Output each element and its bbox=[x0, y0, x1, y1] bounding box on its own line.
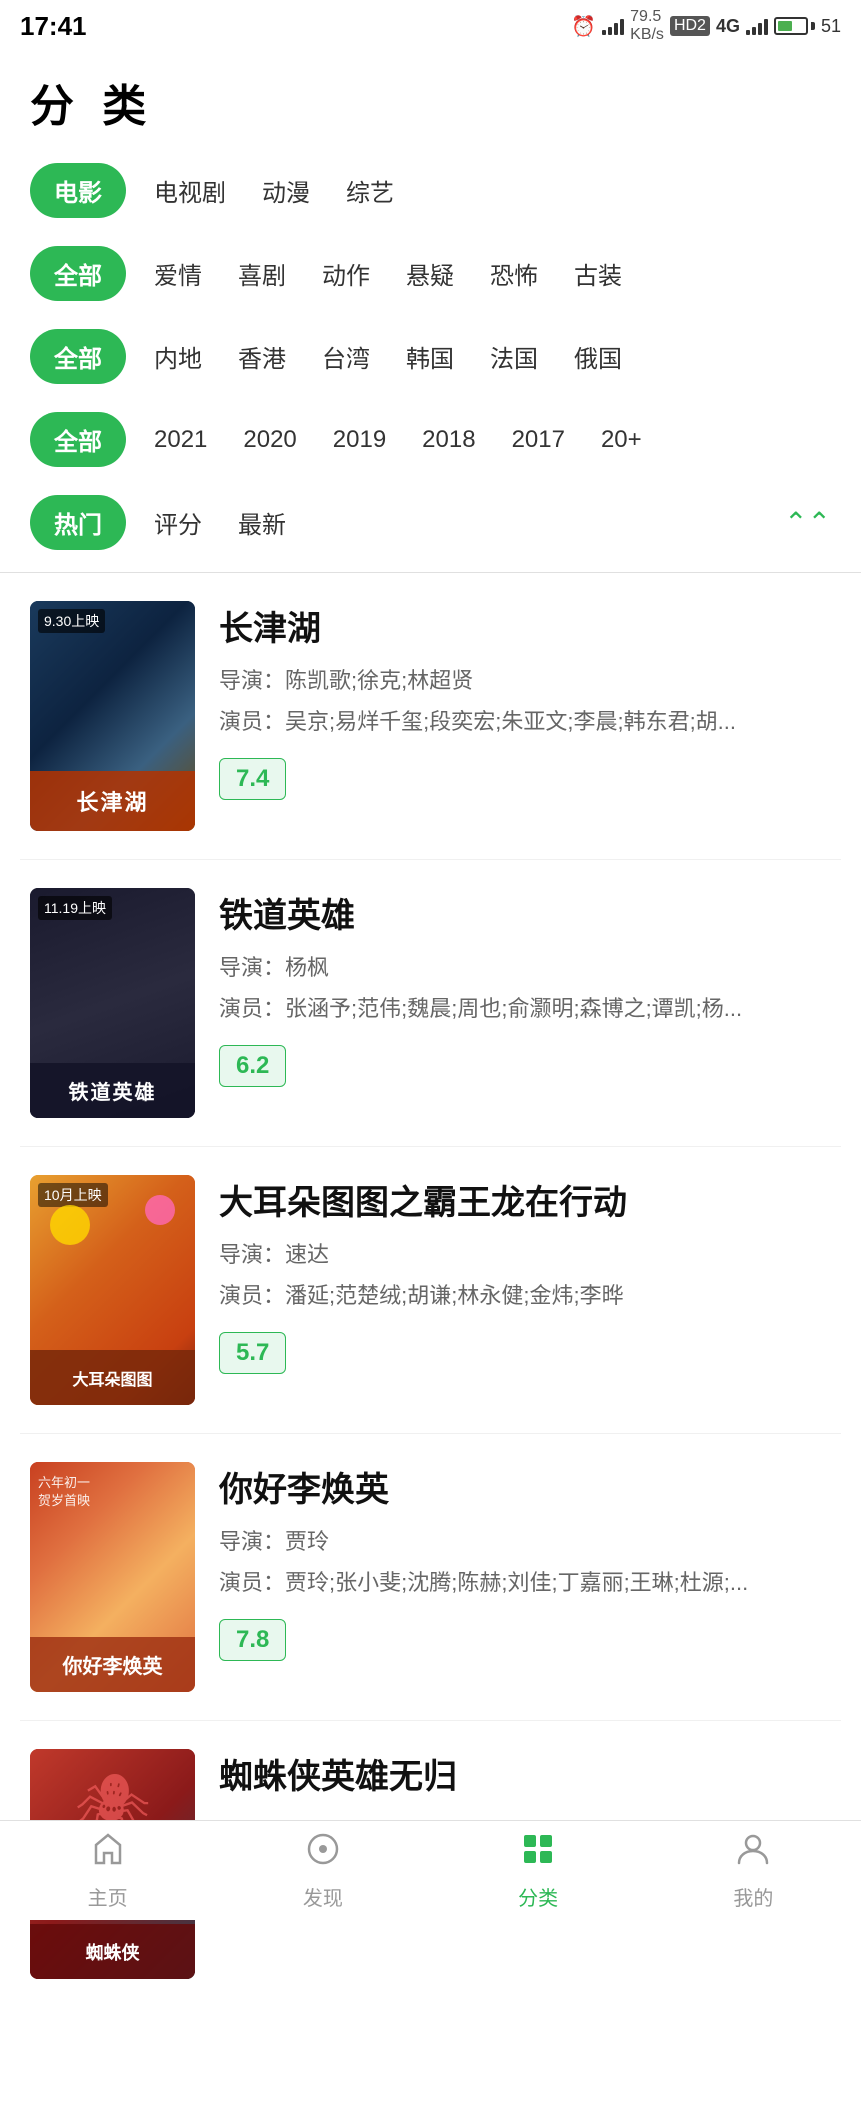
category-icon bbox=[520, 1831, 556, 1876]
movie-title: 蜘蛛侠英雄无归 bbox=[219, 1749, 831, 1798]
filter-row-year: 全部 2021 2020 2019 2018 2017 20+ bbox=[20, 398, 841, 481]
nav-label-category: 分类 bbox=[518, 1882, 558, 1911]
movie-info: 长津湖 导演：陈凯歌;徐克;林超贤 演员：吴京;易烊千玺;段奕宏;朱亚文;李晨;… bbox=[219, 601, 831, 800]
filter-item-newest[interactable]: 最新 bbox=[230, 499, 294, 546]
filter-item-mystery[interactable]: 悬疑 bbox=[398, 250, 462, 297]
movie-rating: 6.2 bbox=[219, 1045, 286, 1087]
nav-label-home: 主页 bbox=[88, 1882, 128, 1911]
discover-icon bbox=[305, 1831, 341, 1876]
home-icon bbox=[90, 1831, 126, 1876]
movie-actors: 演员：张涵予;范伟;魏晨;周也;俞灏明;森博之;谭凯;杨... bbox=[219, 992, 831, 1025]
network-type: 4G bbox=[716, 16, 740, 37]
filter-item-korea[interactable]: 韩国 bbox=[398, 333, 462, 380]
movie-actors: 演员：贾玲;张小斐;沈腾;陈赫;刘佳;丁嘉丽;王琳;杜源;... bbox=[219, 1566, 831, 1599]
movie-info: 蜘蛛侠英雄无归 bbox=[219, 1749, 831, 1812]
status-bar: 17:41 ⏰ 79.5KB/s HD2 4G 51 bbox=[0, 0, 861, 50]
movie-info: 你好李焕英 导演：贾玲 演员：贾玲;张小斐;沈腾;陈赫;刘佳;丁嘉丽;王琳;杜源… bbox=[219, 1462, 831, 1661]
movie-poster[interactable]: 你好李焕英 六年初一贺岁首映 bbox=[30, 1462, 195, 1692]
status-time: 17:41 bbox=[20, 11, 87, 42]
filter-row-sort: 热门 评分 最新 ⌃⌃ bbox=[20, 481, 841, 564]
movie-title: 你好李焕英 bbox=[219, 1462, 831, 1511]
movie-info: 大耳朵图图之霸王龙在行动 导演：速达 演员：潘延;范楚绒;胡谦;林永健;金炜;李… bbox=[219, 1175, 831, 1374]
filter-tag-region-all[interactable]: 全部 bbox=[30, 329, 126, 384]
movie-title: 大耳朵图图之霸王龙在行动 bbox=[219, 1175, 831, 1224]
filter-item-2017[interactable]: 2017 bbox=[504, 420, 573, 460]
filter-item-2016plus[interactable]: 20+ bbox=[593, 420, 650, 460]
filter-item-anime[interactable]: 动漫 bbox=[254, 167, 318, 214]
movie-actors: 演员：吴京;易烊千玺;段奕宏;朱亚文;李晨;韩东君;胡... bbox=[219, 705, 831, 738]
filter-item-action[interactable]: 动作 bbox=[314, 250, 378, 297]
movie-poster[interactable]: 大耳朵图图 10月上映 bbox=[30, 1175, 195, 1405]
filter-item-france[interactable]: 法国 bbox=[482, 333, 546, 380]
alarm-icon: ⏰ bbox=[571, 14, 596, 39]
movie-title: 长津湖 bbox=[219, 601, 831, 650]
filter-item-horror[interactable]: 恐怖 bbox=[482, 250, 546, 297]
nav-label-profile: 我的 bbox=[733, 1882, 773, 1911]
nav-item-discover[interactable]: 发现 bbox=[215, 1821, 430, 1921]
movie-item: 你好李焕英 六年初一贺岁首映 你好李焕英 导演：贾玲 演员：贾玲;张小斐;沈腾;… bbox=[20, 1434, 841, 1721]
network-speed: 79.5KB/s bbox=[630, 8, 664, 44]
movie-item: 长津湖 9.30上映 长津湖 导演：陈凯歌;徐克;林超贤 演员：吴京;易烊千玺;… bbox=[20, 573, 841, 860]
filter-section: 电影 电视剧 动漫 综艺 全部 爱情 喜剧 动作 悬疑 恐怖 古装 全部 内地 … bbox=[0, 149, 861, 564]
signal-icon bbox=[602, 17, 624, 35]
filter-row-region: 全部 内地 香港 台湾 韩国 法国 俄国 bbox=[20, 315, 841, 398]
movie-rating: 7.8 bbox=[219, 1619, 286, 1661]
movie-item: 大耳朵图图 10月上映 大耳朵图图之霸王龙在行动 导演：速达 演员：潘延;范楚绒… bbox=[20, 1147, 841, 1434]
battery-percent: 51 bbox=[821, 16, 841, 37]
filter-tag-hot[interactable]: 热门 bbox=[30, 495, 126, 550]
collapse-filter-icon[interactable]: ⌃⌃ bbox=[784, 506, 831, 539]
bottom-nav: 主页 发现 分类 我的 bbox=[0, 1820, 861, 1920]
filter-item-tv[interactable]: 电视剧 bbox=[146, 167, 234, 214]
filter-item-hongkong[interactable]: 香港 bbox=[230, 333, 294, 380]
nav-item-category[interactable]: 分类 bbox=[431, 1821, 646, 1921]
movie-item: 铁道英雄 11.19上映 铁道英雄 导演：杨枫 演员：张涵予;范伟;魏晨;周也;… bbox=[20, 860, 841, 1147]
filter-item-2018[interactable]: 2018 bbox=[414, 420, 483, 460]
filter-item-rating[interactable]: 评分 bbox=[146, 499, 210, 546]
profile-icon bbox=[735, 1831, 771, 1876]
status-icons: ⏰ 79.5KB/s HD2 4G 51 bbox=[571, 8, 841, 44]
filter-item-2019[interactable]: 2019 bbox=[325, 420, 394, 460]
movie-rating: 7.4 bbox=[219, 758, 286, 800]
filter-item-taiwan[interactable]: 台湾 bbox=[314, 333, 378, 380]
hd-badge: HD2 bbox=[670, 16, 710, 36]
filter-item-2020[interactable]: 2020 bbox=[235, 420, 304, 460]
filter-item-comedy[interactable]: 喜剧 bbox=[230, 250, 294, 297]
filter-item-romance[interactable]: 爱情 bbox=[146, 250, 210, 297]
filter-item-costume[interactable]: 古装 bbox=[566, 250, 630, 297]
filter-item-russia[interactable]: 俄国 bbox=[566, 333, 630, 380]
movie-poster[interactable]: 长津湖 9.30上映 bbox=[30, 601, 195, 831]
nav-item-home[interactable]: 主页 bbox=[0, 1821, 215, 1921]
filter-tag-year-all[interactable]: 全部 bbox=[30, 412, 126, 467]
filter-item-mainland[interactable]: 内地 bbox=[146, 333, 210, 380]
movie-director: 导演：陈凯歌;徐克;林超贤 bbox=[219, 664, 831, 697]
movie-director: 导演：速达 bbox=[219, 1238, 831, 1271]
movie-info: 铁道英雄 导演：杨枫 演员：张涵予;范伟;魏晨;周也;俞灏明;森博之;谭凯;杨.… bbox=[219, 888, 831, 1087]
nav-item-profile[interactable]: 我的 bbox=[646, 1821, 861, 1921]
5g-signal-icon bbox=[746, 17, 768, 35]
nav-label-discover: 发现 bbox=[303, 1882, 343, 1911]
filter-item-variety[interactable]: 综艺 bbox=[338, 167, 402, 214]
movie-title: 铁道英雄 bbox=[219, 888, 831, 937]
movie-rating: 5.7 bbox=[219, 1332, 286, 1374]
filter-item-2021[interactable]: 2021 bbox=[146, 420, 215, 460]
battery-icon bbox=[774, 17, 815, 35]
filter-row-content-type: 电影 电视剧 动漫 综艺 bbox=[20, 149, 841, 232]
filter-tag-movie[interactable]: 电影 bbox=[30, 163, 126, 218]
movie-poster[interactable]: 铁道英雄 11.19上映 bbox=[30, 888, 195, 1118]
movie-director: 导演：贾玲 bbox=[219, 1525, 831, 1558]
filter-row-genre: 全部 爱情 喜剧 动作 悬疑 恐怖 古装 bbox=[20, 232, 841, 315]
filter-tag-genre-all[interactable]: 全部 bbox=[30, 246, 126, 301]
movie-actors: 演员：潘延;范楚绒;胡谦;林永健;金炜;李晔 bbox=[219, 1279, 831, 1312]
movie-director: 导演：杨枫 bbox=[219, 951, 831, 984]
page-title: 分 类 bbox=[0, 50, 861, 149]
